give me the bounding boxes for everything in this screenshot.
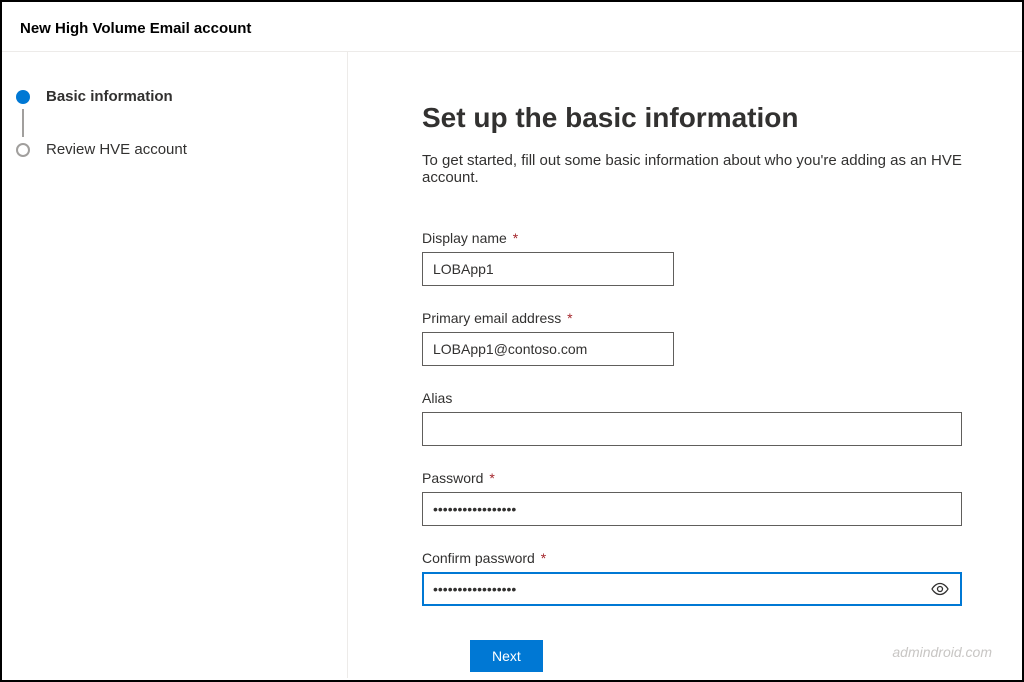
form-group-primary-email: Primary email address *: [422, 310, 982, 366]
watermark: admindroid.com: [892, 644, 992, 660]
step-review-hve-account[interactable]: Review HVE account: [16, 141, 327, 158]
step-indicator-inactive-icon: [16, 143, 30, 157]
content-area: Set up the basic information To get star…: [348, 52, 1022, 678]
password-input[interactable]: [422, 492, 962, 526]
required-asterisk: *: [567, 310, 572, 326]
panel-header: New High Volume Email account: [2, 2, 1022, 52]
form-group-confirm-password: Confirm password *: [422, 550, 982, 606]
step-connector: [22, 109, 24, 137]
step-indicator-active-icon: [16, 90, 30, 104]
panel-title: New High Volume Email account: [20, 20, 1004, 37]
alias-input[interactable]: [422, 412, 962, 446]
required-asterisk: *: [541, 550, 546, 566]
step-basic-information[interactable]: Basic information: [16, 88, 327, 105]
page-title: Set up the basic information: [422, 102, 982, 134]
form-group-display-name: Display name *: [422, 230, 982, 286]
display-name-input[interactable]: [422, 252, 674, 286]
step-label: Review HVE account: [46, 141, 187, 158]
step-label: Basic information: [46, 88, 173, 105]
primary-email-label: Primary email address *: [422, 310, 982, 326]
confirm-password-input[interactable]: [422, 572, 962, 606]
alias-label: Alias: [422, 390, 982, 406]
required-asterisk: *: [513, 230, 518, 246]
confirm-password-label: Confirm password *: [422, 550, 982, 566]
required-asterisk: *: [489, 470, 494, 486]
primary-email-input[interactable]: [422, 332, 674, 366]
next-button[interactable]: Next: [470, 640, 543, 672]
form-group-alias: Alias: [422, 390, 982, 446]
form-group-password: Password *: [422, 470, 982, 526]
toggle-password-visibility-icon[interactable]: [930, 579, 950, 599]
wizard-sidebar: Basic information Review HVE account: [2, 52, 348, 678]
password-label: Password *: [422, 470, 982, 486]
confirm-password-wrapper: [422, 572, 962, 606]
main-container: Basic information Review HVE account Set…: [2, 52, 1022, 678]
display-name-label: Display name *: [422, 230, 982, 246]
page-subtitle: To get started, fill out some basic info…: [422, 152, 982, 186]
